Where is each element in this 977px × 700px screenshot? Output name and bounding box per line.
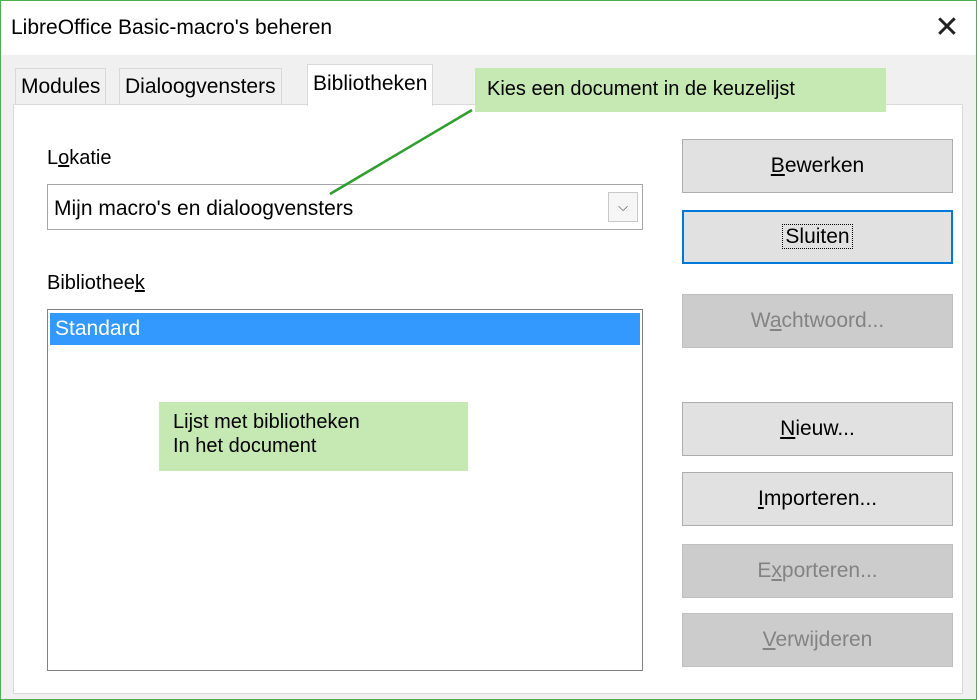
callout-text-line1: Lijst met bibliotheken <box>173 411 360 433</box>
location-callout: Kies een document in de keuzelijst <box>475 68 886 112</box>
callout-pointer <box>329 108 473 196</box>
callout-text: Kies een document in de keuzelijst <box>487 78 795 100</box>
tab-bibliotheken[interactable]: Bibliotheken <box>307 64 434 106</box>
callout-text-line2: In het document <box>173 435 317 457</box>
library-list-callout: Lijst met bibliotheken In het document <box>159 402 468 471</box>
tab-label: Bibliotheken <box>313 72 428 95</box>
